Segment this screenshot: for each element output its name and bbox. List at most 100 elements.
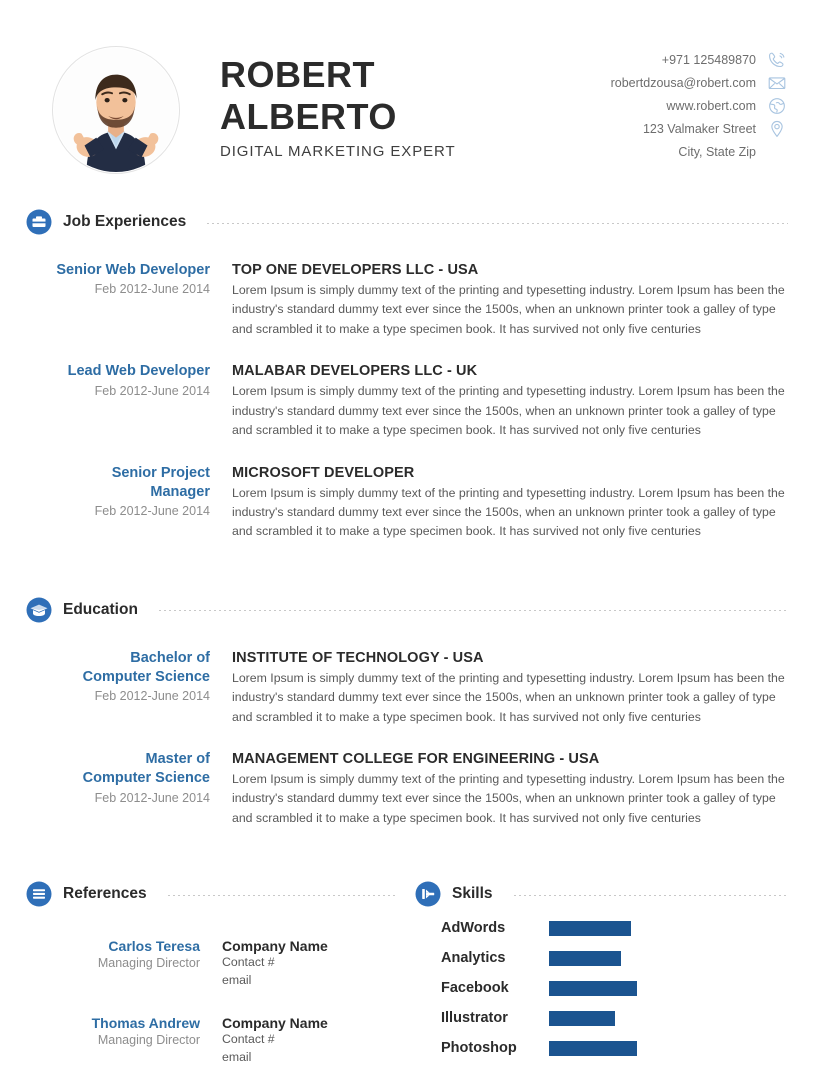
job-entry-right: TOP ONE DEVELOPERS LLC - USA Lorem Ipsum… — [232, 261, 788, 339]
list-lines-icon — [26, 881, 52, 907]
avatar — [52, 46, 180, 174]
job-title-subtitle: DIGITAL MARKETING EXPERT — [220, 143, 456, 161]
job-date: Feb 2012-June 2014 — [94, 504, 210, 519]
contact-row-email: robertdzousa@robert.com — [611, 71, 788, 94]
job-title: Senior Project Manager — [111, 464, 210, 500]
reference-email: email — [222, 1049, 252, 1064]
reference-entry: Thomas Andrew Managing Director Company … — [0, 1015, 415, 1067]
skill-bar-track — [549, 950, 830, 966]
skill-label: AdWords — [441, 920, 506, 937]
job-organization: TOP ONE DEVELOPERS LLC - USA — [232, 262, 479, 278]
skill-label: Photoshop — [441, 1040, 517, 1057]
reference-contact: Contact # — [222, 1031, 275, 1046]
skill-bar-fill — [549, 950, 622, 966]
reference-role: Managing Director — [97, 1032, 200, 1047]
skill-row: Facebook — [441, 973, 830, 1003]
reference-role: Managing Director — [97, 956, 200, 971]
job-organization: MALABAR DEVELOPERS LLC - UK — [232, 363, 478, 380]
section-divider-dots — [167, 894, 397, 896]
education-description: Lorem Ipsum is simply dummy text of the … — [232, 772, 785, 825]
job-description: Lorem Ipsum is simply dummy text of the … — [232, 283, 785, 336]
resume-page: ROBERT ALBERTO DIGITAL MARKETING EXPERT … — [0, 0, 830, 1074]
education-institution: MANAGEMENT COLLEGE FOR ENGINEERING - USA — [232, 751, 600, 768]
education-date: Feb 2012-June 2014 — [94, 790, 210, 805]
job-description: Lorem Ipsum is simply dummy text of the … — [232, 485, 785, 539]
name-block: ROBERT ALBERTO DIGITAL MARKETING EXPERT — [220, 42, 456, 160]
reference-email: email — [222, 973, 252, 988]
reference-entry-left: Thomas Andrew Managing Director — [52, 1015, 222, 1067]
reference-name: Carlos Teresa — [108, 938, 200, 955]
education-degree: Master of Computer Science — [82, 751, 210, 787]
section-title-job-experiences: Job Experiences — [63, 213, 187, 230]
section-header-education: Education — [0, 597, 830, 623]
skill-bar-fill — [549, 1040, 637, 1056]
job-entry-right: MICROSOFT DEVELOPER Lorem Ipsum is simpl… — [232, 464, 788, 542]
skill-bar-track — [549, 980, 830, 996]
education-degree: Bachelor of Computer Science — [82, 649, 210, 686]
skill-row: AdWords — [441, 913, 830, 943]
contact-row-city: City, State Zip — [611, 140, 788, 163]
envelope-icon — [768, 76, 786, 89]
skill-row: Illustrator — [441, 1003, 830, 1033]
job-entry: Lead Web Developer Feb 2012-June 2014 MA… — [0, 362, 830, 440]
contact-address-text: 123 Valmaker Street — [642, 121, 756, 136]
section-divider-dots — [158, 610, 788, 612]
contact-info: +971 125489870 robertdzousa@robert.com w… — [611, 42, 788, 163]
contact-email-text: robertdzousa@robert.com — [610, 75, 756, 90]
job-title: Senior Web Developer — [56, 262, 210, 278]
contact-website-text: www.robert.com — [666, 98, 756, 113]
education-entry-right: INSTITUTE OF TECHNOLOGY - USA Lorem Ipsu… — [232, 649, 788, 727]
job-entry: Senior Project Manager Feb 2012-June 201… — [0, 464, 830, 542]
bottom-columns: References Carlos Teresa Managing Direct… — [0, 881, 830, 1066]
job-description: Lorem Ipsum is simply dummy text of the … — [232, 384, 785, 438]
education-description: Lorem Ipsum is simply dummy text of the … — [232, 670, 785, 724]
phone-icon — [769, 52, 785, 67]
resume-header: ROBERT ALBERTO DIGITAL MARKETING EXPERT … — [0, 0, 830, 174]
section-title-skills: Skills — [452, 885, 493, 903]
contact-row-phone: +971 125489870 — [611, 48, 788, 71]
skill-row: Photoshop — [441, 1033, 830, 1063]
reference-entry: Carlos Teresa Managing Director Company … — [0, 938, 415, 990]
last-name: ALBERTO — [220, 96, 397, 138]
education-entry-left: Bachelor of Computer Science Feb 2012-Ju… — [52, 649, 232, 727]
graduation-cap-icon — [26, 597, 52, 623]
skills-column: Skills AdWords Analytics Facebook Illustrat… — [415, 881, 830, 1066]
reference-entry-right: Company Name Contact # email — [222, 938, 401, 990]
section-title-education: Education — [63, 600, 138, 618]
contact-row-website: www.robert.com — [611, 94, 788, 117]
first-name: ROBERT — [220, 54, 375, 95]
reference-company: Company Name — [222, 938, 328, 955]
education-entry-left: Master of Computer Science Feb 2012-June… — [52, 750, 232, 828]
references-column: References Carlos Teresa Managing Direct… — [0, 881, 415, 1066]
reference-entry-right: Company Name Contact # email — [222, 1015, 401, 1067]
section-divider-dots — [513, 894, 788, 896]
section-header-skills: Skills — [415, 881, 830, 907]
education-institution: INSTITUTE OF TECHNOLOGY - USA — [232, 649, 484, 666]
skill-label: Facebook — [441, 980, 509, 997]
contact-spacer — [766, 141, 788, 163]
education-entry: Master of Computer Science Feb 2012-June… — [0, 750, 830, 828]
education-date: Feb 2012-June 2014 — [94, 689, 210, 704]
education-entry-right: MANAGEMENT COLLEGE FOR ENGINEERING - USA… — [232, 750, 788, 828]
job-entry-right: MALABAR DEVELOPERS LLC - UK Lorem Ipsum … — [232, 362, 788, 440]
skill-meter-icon — [415, 881, 441, 907]
skill-label: Analytics — [441, 950, 506, 967]
reference-entry-left: Carlos Teresa Managing Director — [52, 938, 222, 990]
skills-bar-chart: AdWords Analytics Facebook Illustrator Photo… — [415, 907, 830, 1063]
reference-company: Company Name — [222, 1014, 328, 1031]
reference-contact: Contact # — [222, 955, 275, 970]
job-date: Feb 2012-June 2014 — [94, 383, 210, 398]
section-title-references: References — [63, 885, 147, 903]
skill-bar-fill — [549, 1010, 615, 1026]
education-entry: Bachelor of Computer Science Feb 2012-Ju… — [0, 649, 830, 727]
contact-phone-text: +971 125489870 — [661, 52, 756, 67]
skill-bar-fill — [549, 980, 637, 996]
portrait-photo-icon — [53, 47, 179, 173]
briefcase-icon — [26, 209, 52, 235]
skill-bar-track — [549, 920, 830, 936]
contact-row-address: 123 Valmaker Street — [611, 117, 788, 140]
skill-bar-track — [549, 1010, 830, 1026]
skill-bar-fill — [549, 920, 631, 936]
skill-bar-track — [549, 1040, 830, 1056]
job-entry-left: Senior Web Developer Feb 2012-June 2014 — [52, 261, 232, 339]
